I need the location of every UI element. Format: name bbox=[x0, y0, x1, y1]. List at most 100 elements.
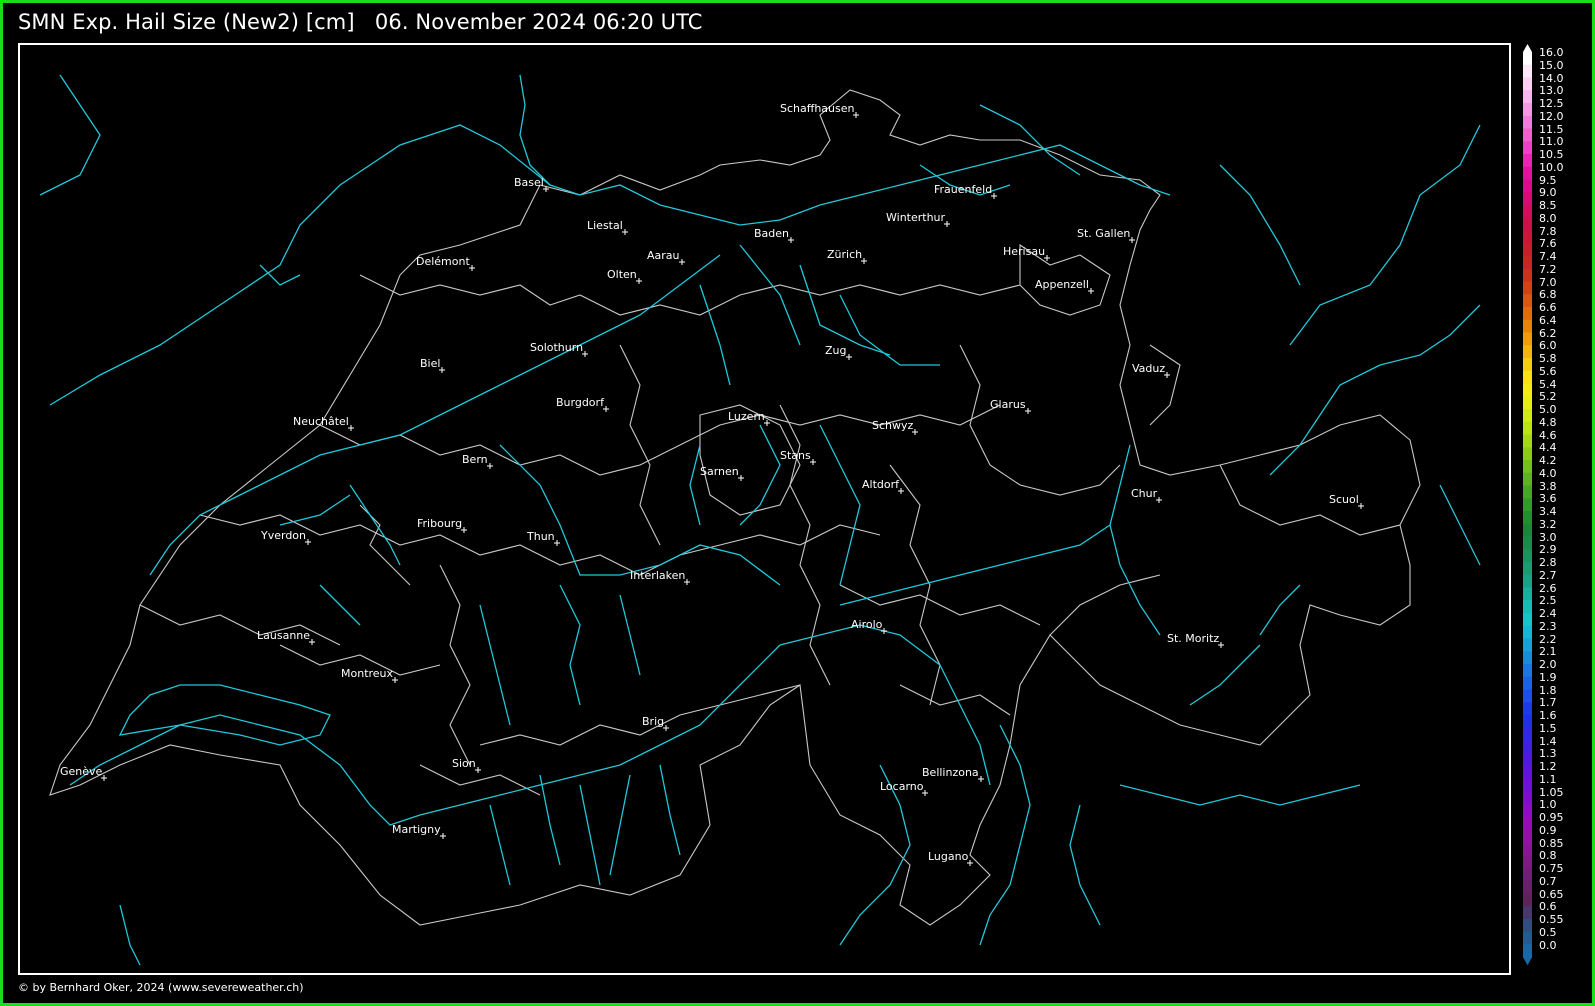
city-label-geneve: Genève bbox=[60, 765, 103, 778]
legend-swatch bbox=[1523, 205, 1532, 219]
legend-label: 2.6 bbox=[1539, 581, 1557, 595]
legend-label: 0.75 bbox=[1539, 862, 1564, 875]
legend-label: 7.4 bbox=[1539, 250, 1557, 263]
legend-swatch bbox=[1523, 523, 1532, 537]
legend-label: 7.6 bbox=[1539, 237, 1557, 251]
legend-swatch bbox=[1523, 307, 1532, 321]
legend-label: 0.55 bbox=[1539, 913, 1564, 926]
legend-label: 3.6 bbox=[1539, 492, 1557, 506]
city-label-herisau: Herisau bbox=[1003, 245, 1046, 258]
city-label-scuol: Scuol bbox=[1329, 493, 1359, 506]
legend-label: 1.05 bbox=[1539, 785, 1564, 799]
legend-label: 4.6 bbox=[1539, 428, 1557, 442]
city-label-liestal: Liestal bbox=[587, 219, 623, 232]
legend-label: 3.8 bbox=[1539, 479, 1557, 493]
city-label-appenzell: Appenzell bbox=[1035, 278, 1089, 291]
city-label-thun: Thun bbox=[527, 530, 555, 543]
city-label-yverdon: Yverdon bbox=[261, 529, 307, 542]
legend-label: 3.2 bbox=[1539, 517, 1557, 531]
city-label-lugano: Lugano bbox=[928, 850, 969, 863]
legend-swatch bbox=[1523, 358, 1532, 372]
city-label-baden: Baden bbox=[754, 227, 790, 240]
legend-label: 7.2 bbox=[1539, 262, 1557, 276]
legend-swatch bbox=[1523, 753, 1532, 767]
rhine-river bbox=[519, 74, 1171, 226]
legend-label: 6.6 bbox=[1539, 301, 1557, 314]
legend-swatch bbox=[1523, 740, 1532, 754]
legend-label: 1.4 bbox=[1539, 734, 1557, 748]
legend-swatch bbox=[1523, 179, 1532, 193]
city-label-interlaken: Interlaken bbox=[630, 569, 686, 582]
city-marker bbox=[348, 425, 354, 431]
legend-label: 12.5 bbox=[1539, 97, 1564, 110]
legend-label: 10.5 bbox=[1539, 148, 1564, 161]
legend-label: 2.3 bbox=[1539, 619, 1557, 633]
legend-label: 4.4 bbox=[1539, 441, 1557, 455]
legend-swatch bbox=[1523, 447, 1532, 461]
legend-swatch bbox=[1523, 766, 1532, 780]
legend-swatch bbox=[1523, 664, 1532, 678]
legend-swatch bbox=[1523, 893, 1532, 907]
legend-swatch bbox=[1523, 498, 1532, 512]
legend-label: 1.3 bbox=[1539, 747, 1557, 761]
legend-label: 1.0 bbox=[1539, 798, 1557, 812]
legend-label: 15.0 bbox=[1539, 58, 1564, 72]
hail-size-legend: 16.0 15.0 14.0 13.0 12.5 12.0 11.5 11.0 10.5 10.0… bbox=[1519, 44, 1595, 978]
legend-swatch bbox=[1523, 625, 1532, 639]
city-label-lausanne: Lausanne bbox=[257, 629, 311, 642]
legend-swatch bbox=[1523, 574, 1532, 588]
legend-label: 1.7 bbox=[1539, 696, 1557, 710]
legend-swatch bbox=[1523, 230, 1532, 244]
legend-label: 5.4 bbox=[1539, 377, 1557, 391]
legend-swatch bbox=[1523, 676, 1532, 690]
city-label-zurich: Zürich bbox=[827, 248, 863, 261]
legend-swatch bbox=[1523, 536, 1532, 550]
legend-swatch bbox=[1523, 256, 1532, 270]
city-label-montreux: Montreux bbox=[341, 667, 394, 680]
legend-label: 0.7 bbox=[1539, 874, 1557, 888]
legend-swatch bbox=[1523, 791, 1532, 805]
legend-label: 0.65 bbox=[1539, 887, 1564, 901]
legend-label: 7.0 bbox=[1539, 275, 1557, 289]
legend-swatch bbox=[1523, 702, 1532, 716]
city-label-bellinzona: Bellinzona bbox=[922, 766, 979, 779]
legend-swatch bbox=[1523, 472, 1532, 486]
legend-label: 1.8 bbox=[1539, 683, 1557, 697]
city-label-basel: Basel bbox=[514, 176, 544, 189]
city-label-biel: Biel bbox=[420, 357, 441, 370]
city-label-st-gallen: St. Gallen bbox=[1077, 227, 1131, 240]
city-label-martigny: Martigny bbox=[392, 823, 441, 836]
legend-label: 5.0 bbox=[1539, 403, 1557, 416]
legend-label: 2.2 bbox=[1539, 632, 1557, 646]
legend-swatch bbox=[1523, 166, 1532, 180]
legend-swatch bbox=[1523, 613, 1532, 627]
legend-label: 10.0 bbox=[1539, 160, 1564, 174]
city-label-neuchatel: Neuchâtel bbox=[293, 415, 349, 428]
legend-label: 5.2 bbox=[1539, 390, 1557, 404]
legend-swatch bbox=[1523, 829, 1532, 843]
switzerland-map bbox=[39, 74, 1481, 966]
legend-label: 0.85 bbox=[1539, 836, 1564, 850]
map-panel[interactable]: Schaffhausen Basel Liestal Frauenfeld Wi… bbox=[18, 43, 1511, 975]
legend-label: 6.8 bbox=[1539, 288, 1557, 302]
legend-swatch bbox=[1523, 90, 1532, 104]
legend-top-arrow bbox=[1523, 44, 1532, 52]
city-label-airolo: Airolo bbox=[851, 618, 883, 631]
legend-swatch bbox=[1523, 778, 1532, 792]
legend-label: 0.95 bbox=[1539, 811, 1564, 824]
legend-label: 2.4 bbox=[1539, 607, 1557, 620]
legend-swatch bbox=[1523, 77, 1532, 91]
legend-swatch bbox=[1523, 345, 1532, 359]
city-label-bern: Bern bbox=[462, 453, 488, 466]
legend-swatch bbox=[1523, 434, 1532, 448]
city-label-delemont: Delémont bbox=[416, 255, 470, 268]
legend-label: 5.8 bbox=[1539, 352, 1557, 365]
legend-swatch bbox=[1523, 141, 1532, 155]
legend-label: 3.4 bbox=[1539, 505, 1557, 518]
legend-label: 6.0 bbox=[1539, 339, 1557, 353]
legend-label: 16.0 bbox=[1539, 46, 1564, 59]
legend-label: 0.9 bbox=[1539, 823, 1557, 837]
legend-swatch bbox=[1523, 880, 1532, 894]
legend-label: 6.2 bbox=[1539, 326, 1557, 340]
legend-swatch bbox=[1523, 855, 1532, 869]
